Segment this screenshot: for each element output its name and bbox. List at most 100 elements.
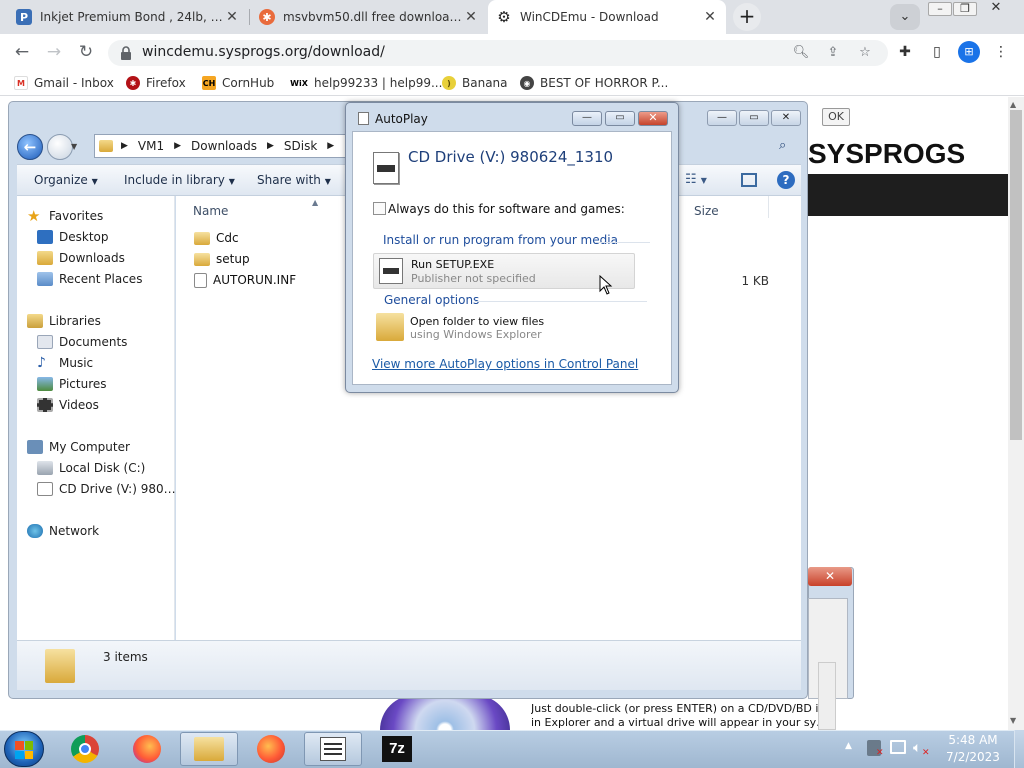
tab-search-button[interactable]: ⌄ <box>890 4 920 30</box>
extensions-icon[interactable]: ✚ <box>894 42 916 62</box>
nav-videos[interactable]: Videos <box>37 395 195 415</box>
profile-avatar[interactable]: ⊞ <box>958 41 980 63</box>
scroll-down-icon[interactable]: ▼ <box>1010 716 1016 725</box>
view-options-icon[interactable]: ☷ ▼ <box>685 172 707 187</box>
always-checkbox[interactable] <box>373 202 386 215</box>
taskbar-7zip[interactable]: 7z <box>368 732 426 766</box>
nav-my-computer[interactable]: My Computer <box>27 437 185 457</box>
show-hidden-icons-icon[interactable]: ▲ <box>845 741 852 751</box>
explorer-minimize-button[interactable]: — <box>707 110 737 126</box>
preview-pane-icon[interactable] <box>741 173 757 187</box>
bookmark-firefox[interactable]: ✱ Firefox <box>126 74 186 92</box>
show-desktop-button[interactable] <box>1014 730 1024 768</box>
autoplay-minimize-button[interactable]: — <box>572 111 602 126</box>
breadcrumb-vm1[interactable]: VM1 <box>138 139 164 153</box>
share-icon[interactable]: ⇪ <box>824 44 842 62</box>
breadcrumb-downloads[interactable]: Downloads <box>191 139 257 153</box>
open-folder-option[interactable]: Open folder to view files using Windows … <box>373 310 635 346</box>
close-icon[interactable]: ✕ <box>224 9 240 25</box>
bookmark-banana[interactable]: ) Banana <box>442 74 508 92</box>
forward-button[interactable]: → <box>42 40 66 64</box>
downloads-folder-icon <box>37 251 53 265</box>
nav-documents[interactable]: Documents <box>37 332 195 352</box>
network-status-icon[interactable] <box>890 740 906 754</box>
taskbar-firefox[interactable] <box>118 732 176 766</box>
taskbar-firefox-2[interactable] <box>242 732 300 766</box>
open-folder-subtitle: using Windows Explorer <box>410 328 542 341</box>
taskbar-chrome[interactable] <box>56 732 114 766</box>
column-header-name[interactable]: Name <box>193 204 228 218</box>
organize-menu[interactable]: Organize ▼ <box>34 173 98 187</box>
wix-icon: WiX <box>290 76 308 90</box>
globe-icon: ◉ <box>520 76 534 90</box>
run-setup-option[interactable]: Run SETUP.EXE Publisher not specified <box>373 253 635 289</box>
scroll-up-icon[interactable]: ▲ <box>1010 100 1016 109</box>
autoplay-maximize-button[interactable]: ▭ <box>605 111 635 126</box>
reload-button[interactable]: ↻ <box>74 40 98 64</box>
file-row-autorun[interactable]: AUTORUN.INF <box>194 270 296 290</box>
dialog-close-button[interactable]: ✕ <box>808 567 852 586</box>
new-tab-button[interactable]: + <box>733 3 761 31</box>
share-with-menu[interactable]: Share with ▼ <box>257 173 331 187</box>
nav-network[interactable]: Network <box>27 521 185 541</box>
taskbar-explorer[interactable] <box>180 732 238 766</box>
tab-title: Inkjet Premium Bond , 24lb, 12" <box>40 10 224 24</box>
menu-icon[interactable]: ⋮ <box>990 42 1012 62</box>
chevron-down-icon[interactable]: ▼ <box>71 142 77 151</box>
nav-recent-places[interactable]: Recent Places <box>37 269 195 289</box>
taskbar-notepad[interactable] <box>304 732 362 766</box>
explorer-close-button[interactable]: ✕ <box>771 110 801 126</box>
nav-music[interactable]: ♪ Music <box>37 353 195 373</box>
file-name: Cdc <box>216 231 239 245</box>
explorer-maximize-button[interactable]: ▭ <box>739 110 769 126</box>
bookmark-help[interactable]: WiX help99233 | help99... <box>290 74 442 92</box>
start-button[interactable] <box>4 731 44 767</box>
control-panel-link[interactable]: View more AutoPlay options in Control Pa… <box>372 357 638 371</box>
address-bar[interactable]: wincdemu.sysprogs.org/download/ 🔍︎ ⇪ ☆ <box>108 40 888 66</box>
help-icon[interactable]: ? <box>777 171 795 189</box>
nav-libraries[interactable]: Libraries <box>27 311 185 331</box>
close-window-button[interactable]: ✕ <box>984 1 1008 16</box>
tab-wincdemu[interactable]: ⚙ WinCDEmu - Download ✕ <box>488 0 726 34</box>
bookmark-gmail[interactable]: M Gmail - Inbox <box>14 74 114 92</box>
file-row-cdc[interactable]: Cdc <box>194 228 239 248</box>
paw-icon: ✱ <box>126 76 140 90</box>
autoplay-close-button[interactable]: ✕ <box>638 111 668 126</box>
star-icon[interactable]: ☆ <box>856 44 874 62</box>
nav-pictures[interactable]: Pictures <box>37 374 195 394</box>
dialog-scrollbar[interactable] <box>818 662 836 730</box>
search-icon[interactable]: 🔍︎ <box>792 44 810 62</box>
explorer-address-bar[interactable]: ▶ VM1 ▶ Downloads ▶ SDisk ▶ <box>94 134 374 158</box>
clock-date[interactable]: 7/2/2023 <box>938 750 1008 764</box>
nav-favorites[interactable]: ★ Favorites <box>27 206 185 226</box>
close-icon[interactable]: ✕ <box>702 9 718 25</box>
nav-cd-drive[interactable]: CD Drive (V:) 980624 <box>37 479 195 499</box>
back-button[interactable]: ← <box>17 134 43 160</box>
tab-dll[interactable]: ✱ msvbvm50.dll free download | DL ✕ <box>251 0 487 34</box>
bookmark-cornhub[interactable]: CH CornHub <box>202 74 274 92</box>
breadcrumb-sdisk[interactable]: SDisk <box>284 139 317 153</box>
ok-button[interactable]: OK <box>822 108 850 126</box>
minimize-button[interactable]: – <box>928 2 952 16</box>
tab-inkjet[interactable]: P Inkjet Premium Bond , 24lb, 12" ✕ <box>8 0 248 34</box>
nav-local-disk[interactable]: Local Disk (C:) <box>37 458 195 478</box>
bookmark-label: BEST OF HORROR P... <box>540 76 669 90</box>
clock-time[interactable]: 5:48 AM <box>938 733 1008 747</box>
column-header-size[interactable]: Size <box>694 204 719 218</box>
file-row-setup[interactable]: setup <box>194 249 250 269</box>
bookmark-horror[interactable]: ◉ BEST OF HORROR P... <box>520 74 668 92</box>
volume-icon[interactable]: 🔈︎ <box>913 740 921 756</box>
close-icon[interactable]: ✕ <box>463 9 479 25</box>
include-in-library-menu[interactable]: Include in library ▼ <box>124 173 235 187</box>
search-icon[interactable]: ⌕ <box>779 138 786 153</box>
run-setup-subtitle: Publisher not specified <box>411 272 536 285</box>
network-icon <box>27 524 43 538</box>
restore-button[interactable]: ❐ <box>953 2 977 16</box>
back-button[interactable]: ← <box>10 40 34 64</box>
forward-button[interactable] <box>47 134 73 160</box>
scrollbar-thumb[interactable] <box>1010 110 1022 440</box>
side-panel-icon[interactable]: ▯ <box>926 42 948 62</box>
cd-drive-icon <box>37 482 53 496</box>
nav-desktop[interactable]: Desktop <box>37 227 195 247</box>
nav-downloads[interactable]: Downloads <box>37 248 195 268</box>
